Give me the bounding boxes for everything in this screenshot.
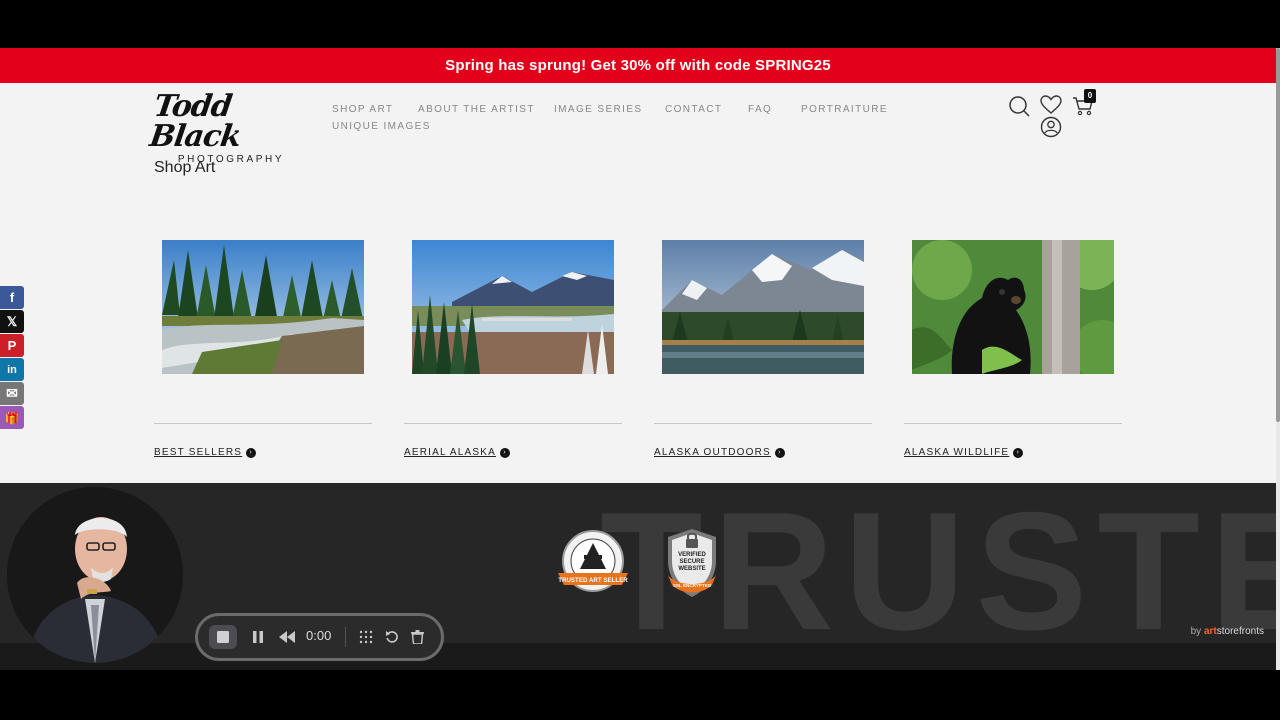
- pinterest-glyph: P: [7, 338, 17, 353]
- promo-text: Spring has sprung! Get 30% off with code…: [445, 57, 831, 74]
- heart-icon[interactable]: [1040, 95, 1062, 115]
- email-glyph: ✉: [6, 385, 18, 401]
- nav-shop-art[interactable]: SHOP ART: [332, 104, 393, 115]
- page-scrollbar[interactable]: [1276, 48, 1280, 670]
- website-viewport: Spring has sprung! Get 30% off with code…: [0, 48, 1276, 670]
- presenter-portrait: [7, 487, 183, 663]
- scrollbar-thumb[interactable]: [1276, 48, 1280, 422]
- card-divider: [154, 423, 372, 424]
- verified-secure-website-badge[interactable]: VERIFIED SECURE WEBSITE SSL ENCRYPTED: [662, 527, 722, 601]
- collection-image[interactable]: [662, 240, 864, 374]
- footer-bottom-bar: [0, 643, 1276, 670]
- recording-toolbar: 0:00: [195, 613, 444, 661]
- linkedin-glyph: in: [7, 363, 17, 376]
- gift-glyph: 🎁: [4, 410, 20, 425]
- collection-label: ALASKA WILDLIFE: [904, 447, 1010, 458]
- nav-faq[interactable]: FAQ: [748, 104, 772, 115]
- restart-button[interactable]: [382, 625, 402, 649]
- rewind-icon: [279, 631, 295, 643]
- recording-timer: 0:00: [306, 628, 332, 643]
- webcam-bubble[interactable]: [7, 487, 183, 663]
- collection-label: AERIAL ALASKA: [404, 447, 496, 458]
- collection-link-alaska-outdoors[interactable]: ALASKA OUTDOORS ›: [654, 447, 785, 458]
- collection-image[interactable]: [412, 240, 614, 374]
- collection-image[interactable]: [162, 240, 364, 374]
- collection-image[interactable]: [912, 240, 1114, 374]
- pause-button[interactable]: [248, 625, 268, 649]
- badge-secure-text: SECURE: [679, 559, 704, 565]
- nav-contact[interactable]: CONTACT: [665, 104, 722, 115]
- badge-ssl-text: SSL ENCRYPTED: [673, 583, 712, 588]
- arrow-right-icon: ›: [774, 447, 785, 458]
- card-divider: [654, 423, 872, 424]
- nav-about-the-artist[interactable]: ABOUT THE ARTIST: [418, 104, 535, 115]
- facebook-glyph: f: [9, 290, 15, 305]
- user-icon[interactable]: [1040, 116, 1062, 138]
- footer-credit[interactable]: by artstorefronts: [1191, 626, 1264, 637]
- collection-link-aerial-alaska[interactable]: AERIAL ALASKA ›: [404, 447, 510, 458]
- delete-button[interactable]: [407, 625, 427, 649]
- linkedin-icon[interactable]: in: [0, 358, 24, 381]
- collection-link-alaska-wildlife[interactable]: ALASKA WILDLIFE ›: [904, 447, 1024, 458]
- nav-unique-images[interactable]: UNIQUE IMAGES: [332, 121, 431, 132]
- card-divider: [904, 423, 1122, 424]
- pinterest-icon[interactable]: P: [0, 334, 24, 357]
- arrow-right-icon: ›: [1013, 447, 1024, 458]
- nav-portraiture[interactable]: PORTRAITURE: [801, 104, 888, 115]
- badge-trusted-text: TRUSTED ART SELLER: [558, 577, 628, 584]
- credit-brand-suffix: storefronts: [1216, 626, 1264, 637]
- grid-button[interactable]: [356, 625, 376, 649]
- screen-frame: Spring has sprung! Get 30% off with code…: [0, 0, 1280, 720]
- arrow-right-icon: ›: [246, 447, 257, 458]
- rewind-button[interactable]: [276, 625, 298, 649]
- promo-banner[interactable]: Spring has sprung! Get 30% off with code…: [0, 48, 1276, 83]
- arrow-right-icon: ›: [499, 447, 510, 458]
- credit-brand: art: [1203, 626, 1217, 637]
- collection-link-best-sellers[interactable]: BEST SELLERS ›: [154, 447, 257, 458]
- grid-icon: [359, 630, 373, 644]
- cart-count-badge: 0: [1084, 89, 1096, 103]
- gift-icon[interactable]: 🎁: [0, 406, 24, 429]
- x-glyph: 𝕏: [6, 313, 18, 329]
- site-footer: TRUSTE TRUSTED ART SELLER VERIFIED SECUR…: [0, 483, 1276, 643]
- trusted-art-seller-badge[interactable]: TRUSTED ART SELLER: [556, 529, 630, 597]
- pause-icon: [253, 631, 263, 643]
- search-icon[interactable]: [1008, 95, 1030, 117]
- nav-image-series[interactable]: IMAGE SERIES: [554, 104, 643, 115]
- stop-icon: [217, 631, 229, 643]
- collection-label: BEST SELLERS: [154, 447, 243, 458]
- facebook-icon[interactable]: f: [0, 286, 24, 309]
- restart-icon: [386, 631, 398, 643]
- toolbar-divider: [345, 627, 346, 647]
- credit-by: by: [1190, 626, 1204, 637]
- stop-button[interactable]: [209, 625, 237, 649]
- x-icon[interactable]: 𝕏: [0, 310, 24, 333]
- badge-verified-text: VERIFIED: [678, 552, 706, 558]
- badge-website-text: WEBSITE: [678, 566, 705, 572]
- card-divider: [404, 423, 622, 424]
- page-title: Shop Art: [154, 159, 216, 176]
- logo-script: Todd Black: [147, 89, 243, 154]
- site-logo[interactable]: Todd Black PHOTOGRAPHY: [148, 89, 302, 165]
- email-icon[interactable]: ✉: [0, 382, 24, 405]
- trash-icon: [410, 630, 424, 644]
- collection-label: ALASKA OUTDOORS: [654, 447, 771, 458]
